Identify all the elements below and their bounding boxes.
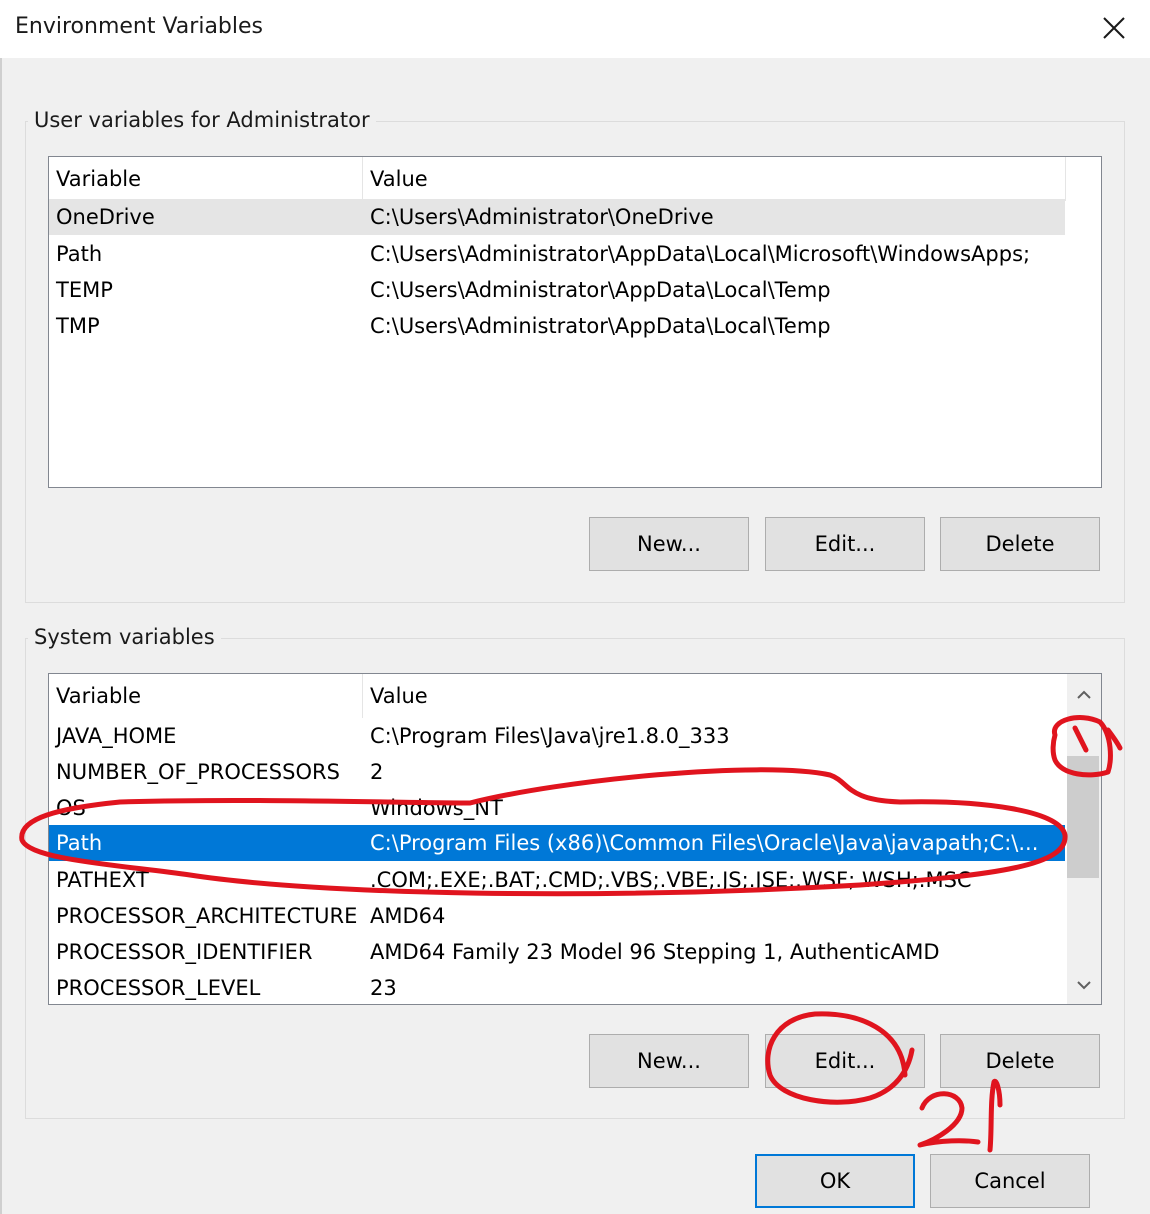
system-variables-list[interactable]: Variable Value JAVA_HOME C:\Program File…	[48, 673, 1102, 1005]
table-row[interactable]: JAVA_HOME C:\Program Files\Java\jre1.8.0…	[49, 718, 1065, 754]
ok-button[interactable]: OK	[755, 1154, 915, 1208]
table-row[interactable]: OS Windows_NT	[49, 790, 1065, 826]
value-cell: C:\Users\Administrator\OneDrive	[370, 205, 714, 229]
value-cell: C:\Users\Administrator\AppData\Local\Tem…	[370, 314, 831, 338]
system-variables-label: System variables	[28, 625, 221, 649]
value-cell: C:\Program Files\Java\jre1.8.0_333	[370, 724, 730, 748]
value-cell: C:\Program Files (x86)\Common Files\Orac…	[370, 831, 1039, 855]
column-header-value[interactable]: Value	[370, 684, 428, 708]
table-row[interactable]: OneDrive C:\Users\Administrator\OneDrive	[49, 199, 1065, 235]
value-cell: 23	[370, 976, 397, 1000]
system-new-button[interactable]: New...	[589, 1034, 749, 1088]
user-variables-list[interactable]: Variable Value OneDrive C:\Users\Adminis…	[48, 156, 1102, 488]
window-border	[0, 58, 2, 1214]
user-variables-label: User variables for Administrator	[28, 108, 376, 132]
variable-cell: PROCESSOR_ARCHITECTURE	[56, 904, 358, 928]
user-new-button[interactable]: New...	[589, 517, 749, 571]
variable-cell: OneDrive	[56, 205, 155, 229]
column-divider[interactable]	[1065, 157, 1066, 201]
chevron-up-icon	[1077, 690, 1091, 699]
variable-cell: OS	[56, 796, 86, 820]
vertical-scrollbar[interactable]	[1067, 674, 1101, 1004]
value-cell: AMD64 Family 23 Model 96 Stepping 1, Aut…	[370, 940, 940, 964]
value-cell: 2	[370, 760, 384, 784]
value-cell: AMD64	[370, 904, 446, 928]
scroll-thumb[interactable]	[1067, 756, 1099, 878]
variable-cell: PROCESSOR_LEVEL	[56, 976, 261, 1000]
close-button[interactable]	[1090, 6, 1138, 50]
column-divider[interactable]	[362, 157, 363, 201]
scroll-up-button[interactable]	[1067, 678, 1101, 712]
column-divider[interactable]	[362, 674, 363, 718]
variable-cell: PROCESSOR_IDENTIFIER	[56, 940, 313, 964]
table-row[interactable]: PROCESSOR_IDENTIFIER AMD64 Family 23 Mod…	[49, 934, 1065, 970]
variable-cell: TMP	[56, 314, 100, 338]
window-title: Environment Variables	[15, 14, 264, 39]
title-bar: Environment Variables	[0, 0, 1150, 58]
scroll-down-button[interactable]	[1067, 968, 1101, 1002]
user-delete-button[interactable]: Delete	[940, 517, 1100, 571]
table-row[interactable]: PROCESSOR_LEVEL 23	[49, 970, 1065, 1004]
variable-cell: NUMBER_OF_PROCESSORS	[56, 760, 340, 784]
table-row[interactable]: TEMP C:\Users\Administrator\AppData\Loca…	[49, 272, 1101, 308]
variable-cell: Path	[56, 242, 103, 266]
system-delete-button[interactable]: Delete	[940, 1034, 1100, 1088]
table-row[interactable]: TMP C:\Users\Administrator\AppData\Local…	[49, 308, 1101, 344]
user-list-header: Variable Value	[49, 157, 1066, 201]
table-row[interactable]: NUMBER_OF_PROCESSORS 2	[49, 754, 1065, 790]
close-icon	[1103, 17, 1125, 39]
user-edit-button[interactable]: Edit...	[765, 517, 925, 571]
value-cell: C:\Users\Administrator\AppData\Local\Tem…	[370, 278, 831, 302]
value-cell: Windows_NT	[370, 796, 503, 820]
column-header-variable[interactable]: Variable	[56, 684, 141, 708]
table-row-selected[interactable]: Path C:\Program Files (x86)\Common Files…	[49, 825, 1065, 861]
chevron-down-icon	[1077, 981, 1091, 990]
column-header-value[interactable]: Value	[370, 167, 428, 191]
value-cell: C:\Users\Administrator\AppData\Local\Mic…	[370, 242, 1031, 266]
table-row[interactable]: PATHEXT .COM;.EXE;.BAT;.CMD;.VBS;.VBE;.J…	[49, 862, 1065, 898]
table-row[interactable]: PROCESSOR_ARCHITECTURE AMD64	[49, 898, 1065, 934]
variable-cell: Path	[56, 831, 103, 855]
variable-cell: PATHEXT	[56, 868, 149, 892]
column-header-variable[interactable]: Variable	[56, 167, 141, 191]
variable-cell: JAVA_HOME	[56, 724, 177, 748]
system-edit-button[interactable]: Edit...	[765, 1034, 925, 1088]
table-row[interactable]: Path C:\Users\Administrator\AppData\Loca…	[49, 236, 1101, 272]
cancel-button[interactable]: Cancel	[930, 1154, 1090, 1208]
system-list-header: Variable Value	[49, 674, 1065, 718]
value-cell: .COM;.EXE;.BAT;.CMD;.VBS;.VBE;.JS;.JSE;.…	[370, 868, 972, 892]
variable-cell: TEMP	[56, 278, 113, 302]
